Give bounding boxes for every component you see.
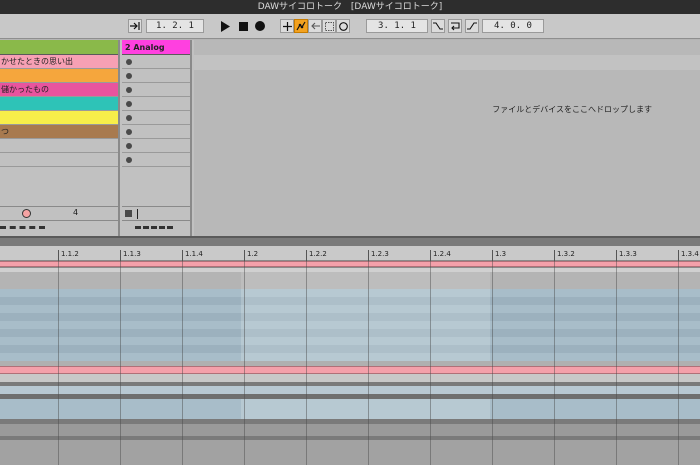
clip-slot[interactable]: [0, 111, 118, 125]
loop-region[interactable]: [241, 289, 490, 361]
loop-switch-icon[interactable]: [448, 19, 462, 33]
overdub-icon[interactable]: [280, 19, 294, 33]
text-cursor: [137, 209, 138, 219]
loop-start-display[interactable]: 3. 1. 1: [366, 19, 428, 33]
empty-lane: [0, 440, 700, 465]
clip-slot[interactable]: [122, 83, 190, 97]
track-1-meter: [0, 226, 45, 229]
locator-lane: [0, 261, 700, 267]
clip-slot[interactable]: [122, 55, 190, 69]
loop-region[interactable]: [241, 399, 490, 419]
track-2-meter: [135, 226, 173, 229]
clip-slot[interactable]: [122, 97, 190, 111]
loop-region: [241, 272, 490, 289]
clip-slot[interactable]: [0, 153, 118, 167]
clip-lane-row[interactable]: [0, 386, 700, 394]
punch-out-icon[interactable]: [465, 19, 479, 33]
track-1-footer: 4: [0, 206, 120, 236]
track-2: 2 Analog: [122, 40, 192, 236]
clip-slot[interactable]: つ: [0, 125, 118, 139]
play-icon[interactable]: [218, 19, 232, 33]
clip-slot-record-icon[interactable]: [126, 87, 132, 93]
clip-slot[interactable]: [122, 139, 190, 153]
record-icon[interactable]: [253, 19, 267, 33]
clip-slot[interactable]: [122, 153, 190, 167]
clip-slot-record-icon[interactable]: [126, 143, 132, 149]
track-1-number: 4: [73, 208, 79, 217]
back-to-arrangement-icon[interactable]: [308, 19, 322, 33]
clip-slot[interactable]: [122, 125, 190, 139]
clip-stop-icon[interactable]: [125, 210, 132, 217]
track-1-clip-slots: かせたときの思い出 儲かったもの つ: [0, 55, 118, 167]
drop-area-band: [194, 55, 700, 70]
track-1: かせたときの思い出 儲かったもの つ 4: [0, 40, 120, 236]
clip-slot[interactable]: [0, 97, 118, 111]
ruler-tick: 1.2: [244, 250, 258, 261]
clip-slot[interactable]: 儲かったもの: [0, 83, 118, 97]
capture-icon[interactable]: [336, 19, 350, 33]
transport-bar: 1. 2. 1 3. 1. 1 4. 0. 0: [0, 14, 700, 39]
stop-icon[interactable]: [236, 19, 250, 33]
drop-hint-text: ファイルとデバイスをここへドロップします: [492, 105, 652, 114]
clip-slot[interactable]: [122, 69, 190, 83]
clip-slot-record-icon[interactable]: [126, 101, 132, 107]
automation-arm-icon[interactable]: [294, 19, 308, 33]
ruler-tick: 1.3.4: [678, 250, 699, 261]
follow-icon[interactable]: [128, 19, 142, 33]
track-1-header[interactable]: [0, 40, 118, 55]
ruler-tick: 1.2.4: [430, 250, 451, 261]
arrangement-view: 1.1.2 1.1.3 1.1.4 1.2 1.2.2 1.2.3 1.2.4 1.3 1.3.…: [0, 246, 700, 465]
clip-slot-record-icon[interactable]: [126, 129, 132, 135]
clip-slot-record-icon[interactable]: [126, 59, 132, 65]
clip-slot[interactable]: [122, 111, 190, 125]
clip-slot[interactable]: かせたときの思い出: [0, 55, 118, 69]
song-position-display[interactable]: 1. 2. 1: [146, 19, 204, 33]
view-splitter[interactable]: [0, 236, 700, 246]
ruler-tick: 1.1.3: [120, 250, 141, 261]
lane-gap: [0, 374, 700, 382]
device-drop-area[interactable]: ファイルとデバイスをここへドロップします: [194, 40, 700, 236]
ruler-tick: 1.3.3: [616, 250, 637, 261]
clip-slot-record-icon[interactable]: [126, 73, 132, 79]
track-2-clip-slots: [122, 55, 190, 167]
clip-slot[interactable]: [0, 139, 118, 153]
clip-slot-record-icon[interactable]: [126, 157, 132, 163]
session-record-icon[interactable]: [322, 19, 336, 33]
track-2-stop-row: [122, 206, 192, 221]
punch-in-icon[interactable]: [431, 19, 445, 33]
window-titlebar: DAWサイコロトーク [DAWサイコロトーク]: [0, 0, 700, 14]
empty-lane: [0, 424, 700, 436]
clip-slot-record-icon[interactable]: [126, 115, 132, 121]
ruler-tick: 1.3.2: [554, 250, 575, 261]
ruler-tick: 1.1.2: [58, 250, 79, 261]
clip-stop-icon[interactable]: [22, 209, 31, 218]
ruler-tick: 1.2.2: [306, 250, 327, 261]
pink-clip-lane[interactable]: [0, 366, 700, 374]
ruler-tick: 1.2.3: [368, 250, 389, 261]
ruler-tick: 1.1.4: [182, 250, 203, 261]
track-2-header[interactable]: 2 Analog: [122, 40, 190, 55]
window-title: DAWサイコロトーク: [257, 2, 343, 12]
track-1-stop-row: 4: [0, 206, 120, 221]
window-subtitle: [DAWサイコロトーク]: [350, 2, 443, 12]
beat-time-ruler[interactable]: 1.1.2 1.1.3 1.1.4 1.2 1.2.2 1.2.3 1.2.4 1.3 1.3.…: [0, 246, 700, 261]
loop-length-display[interactable]: 4. 0. 0: [482, 19, 544, 33]
session-view: かせたときの思い出 儲かったもの つ 4 2 Analog ファイルとデバイスを…: [0, 40, 700, 236]
ruler-tick: 1.3: [492, 250, 506, 261]
clip-slot[interactable]: [0, 69, 118, 83]
